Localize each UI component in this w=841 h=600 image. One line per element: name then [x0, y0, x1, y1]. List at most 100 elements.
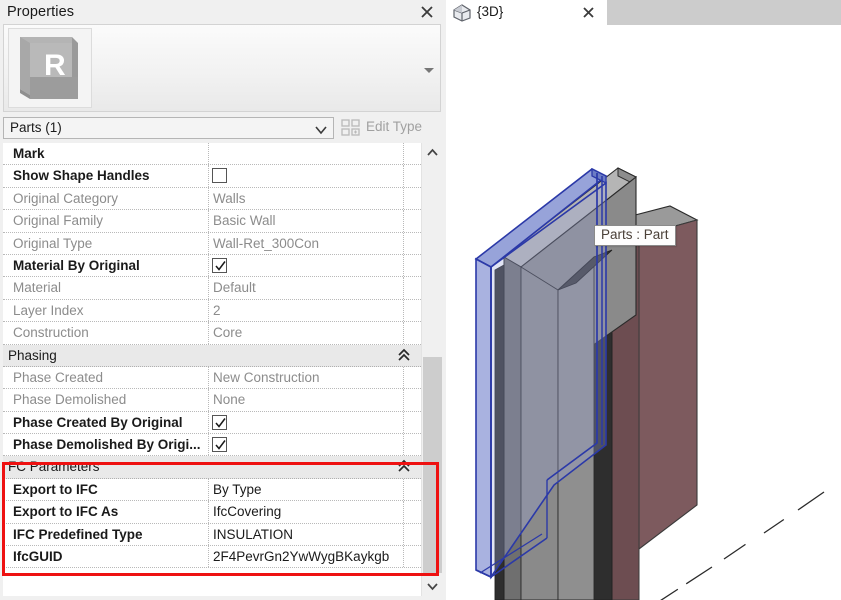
column-divider	[208, 434, 209, 456]
column-divider	[208, 546, 209, 568]
parameter-row[interactable]: IfcGUID 2F4PevrGn2YwWygBKaykgb	[3, 546, 421, 569]
parameter-value: 2	[213, 302, 221, 318]
edit-type-icon	[341, 119, 361, 137]
properties-scrollbar[interactable]	[421, 143, 443, 596]
type-preview-box: R	[3, 24, 441, 112]
column-divider	[208, 187, 209, 210]
chevron-down-icon[interactable]	[422, 64, 436, 76]
model-canvas-3d[interactable]: Parts : Part	[446, 25, 841, 600]
column-divider	[403, 434, 404, 456]
close-icon[interactable]	[580, 4, 597, 21]
properties-titlebar: Properties	[0, 0, 446, 25]
view-tabbar: {3D}	[446, 0, 841, 25]
scrollbar-thumb[interactable]	[423, 357, 442, 573]
parameter-name: Original Family	[13, 213, 104, 229]
column-divider	[403, 411, 404, 434]
parameter-name: Original Type	[13, 235, 93, 251]
parameter-row: Original Family Basic Wall	[3, 210, 421, 233]
parameter-row[interactable]: Export to IFC By Type	[3, 478, 421, 502]
parameter-row: Material Default	[3, 277, 421, 300]
parameter-name: IFC Predefined Type	[13, 526, 143, 542]
parameter-value: Basic Wall	[213, 213, 276, 229]
part-tooltip: Parts : Part	[594, 225, 676, 246]
column-divider	[208, 322, 209, 344]
parameter-row: Construction Core	[3, 322, 421, 345]
parameter-checkbox[interactable]	[212, 414, 227, 430]
parameter-name: Phase Demolished By Origi...	[13, 437, 201, 453]
parameter-value: None	[213, 392, 246, 408]
parameter-value: By Type	[213, 481, 262, 497]
column-divider	[208, 277, 209, 299]
parameter-value: IfcCovering	[213, 504, 282, 520]
parameter-row[interactable]: IFC Predefined Type INSULATION	[3, 523, 421, 547]
column-divider	[208, 478, 209, 501]
column-divider	[208, 210, 209, 232]
parameter-row: Phase Demolished None	[3, 389, 421, 412]
parameter-row[interactable]: Phase Created By Original	[3, 411, 421, 435]
parameter-row[interactable]: Material By Original	[3, 254, 421, 278]
chevron-down-icon[interactable]	[314, 123, 328, 135]
parameter-name: IfcGUID	[13, 549, 63, 565]
drawing-area: {3D} Parts: Part	[446, 0, 841, 600]
parameter-row[interactable]: Mark	[3, 143, 421, 166]
parameter-row: Layer Index 2	[3, 299, 421, 323]
scroll-up-button[interactable]	[422, 143, 443, 162]
tab-3d-label: {3D}	[477, 4, 504, 19]
parameter-row[interactable]: Export to IFC As IfcCovering	[3, 501, 421, 524]
parameter-name: Phase Demolished	[13, 392, 127, 408]
type-selector-value: Parts (1)	[10, 120, 62, 135]
double-chevron-up-icon[interactable]	[397, 347, 411, 363]
parameter-checkbox[interactable]	[212, 168, 227, 184]
parameter-row: Original Type Wall-Ret_300Con	[3, 232, 421, 255]
3d-house-icon	[452, 3, 472, 22]
chevron-up-icon	[427, 148, 438, 156]
parameter-section-header[interactable]: FC Parameters	[3, 456, 421, 479]
column-divider	[208, 254, 209, 277]
parameter-name: Original Category	[13, 190, 119, 206]
parameter-grid-rows: Mark Show Shape Handles Original Category W…	[3, 143, 421, 596]
parameter-value: INSULATION	[213, 526, 294, 542]
column-divider	[208, 232, 209, 254]
tab-3d-view[interactable]: {3D}	[446, 0, 586, 25]
parameter-row[interactable]: Show Shape Handles	[3, 165, 421, 188]
revit-screenshot: Properties R Parts (1) Edit Type Mark Sh…	[0, 0, 841, 600]
tabbar-empty-area	[607, 0, 841, 25]
column-divider	[208, 165, 209, 187]
wall-parts-geometry	[474, 167, 825, 600]
parameter-name: Export to IFC	[13, 481, 98, 497]
column-divider	[403, 254, 404, 277]
parameter-value: Walls	[213, 190, 246, 206]
parameter-value: Wall-Ret_300Con	[213, 235, 320, 251]
parameter-name: Layer Index	[13, 302, 84, 318]
revit-logo-icon: R	[8, 28, 92, 108]
parameter-name: Mark	[13, 146, 45, 161]
parameter-row: Phase Created New Construction	[3, 366, 421, 390]
parameter-checkbox[interactable]	[212, 437, 227, 453]
edit-type-label: Edit Type	[366, 119, 423, 134]
edit-type-button[interactable]: Edit Type	[338, 117, 442, 139]
parameter-name: Phase Created	[13, 369, 104, 385]
close-icon[interactable]	[418, 3, 436, 21]
parameter-name: Construction	[13, 325, 89, 341]
parameter-value: Core	[213, 325, 243, 341]
parameter-grid: Mark Show Shape Handles Original Category W…	[3, 143, 443, 596]
section-label: FC Parameters	[8, 459, 100, 475]
type-selector-dropdown[interactable]: Parts (1)	[3, 117, 334, 139]
parameter-row[interactable]: Phase Demolished By Origi...	[3, 434, 421, 457]
parameter-name: Material	[13, 280, 62, 296]
double-chevron-up-icon[interactable]	[397, 458, 411, 474]
properties-palette: Properties R Parts (1) Edit Type Mark Sh…	[0, 0, 446, 600]
column-divider	[403, 165, 404, 187]
parameter-value: Default	[213, 280, 256, 296]
column-divider	[208, 501, 209, 523]
column-divider	[403, 143, 404, 165]
column-divider	[208, 366, 209, 389]
column-divider	[208, 411, 209, 434]
column-divider	[208, 523, 209, 546]
parameter-section-header[interactable]: Phasing	[3, 344, 421, 367]
scroll-down-button[interactable]	[422, 577, 443, 596]
parameter-value: 2F4PevrGn2YwWygBKaykgb	[213, 549, 390, 565]
column-divider	[208, 299, 209, 322]
parameter-checkbox[interactable]	[212, 257, 227, 273]
parameter-name: Show Shape Handles	[13, 168, 150, 184]
